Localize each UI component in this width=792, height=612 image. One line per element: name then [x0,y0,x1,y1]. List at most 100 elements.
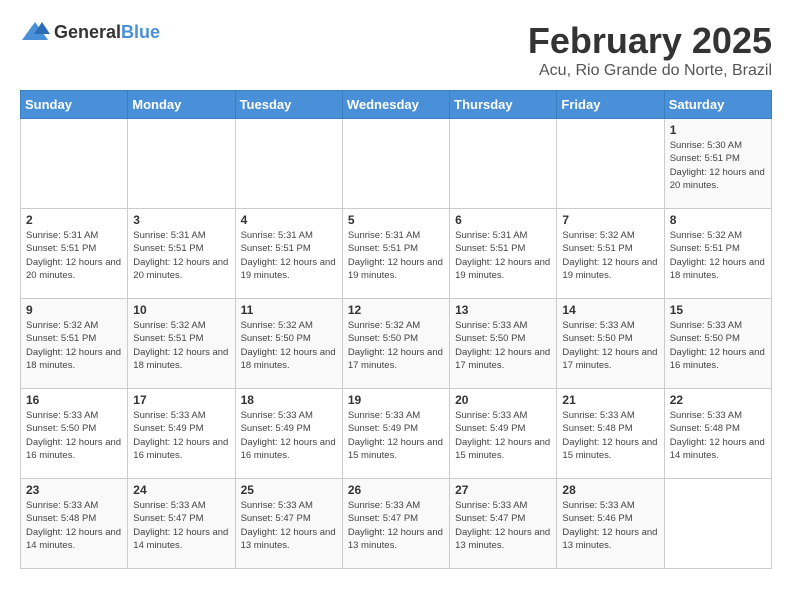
day-number: 12 [348,303,444,317]
day-number: 11 [241,303,337,317]
day-number: 27 [455,483,551,497]
day-number: 21 [562,393,658,407]
calendar-cell: 24 Sunrise: 5:33 AM Sunset: 5:47 PM Dayli… [128,479,235,569]
day-number: 3 [133,213,229,227]
calendar-week-1: 1 Sunrise: 5:30 AM Sunset: 5:51 PM Daylig… [21,119,772,209]
day-info: Sunrise: 5:32 AM Sunset: 5:51 PM Dayligh… [26,319,122,372]
day-info: Sunrise: 5:33 AM Sunset: 5:48 PM Dayligh… [562,409,658,462]
day-number: 18 [241,393,337,407]
header-day-thursday: Thursday [450,91,557,119]
day-info: Sunrise: 5:33 AM Sunset: 5:47 PM Dayligh… [348,499,444,552]
day-number: 19 [348,393,444,407]
day-info: Sunrise: 5:31 AM Sunset: 5:51 PM Dayligh… [455,229,551,282]
day-number: 7 [562,213,658,227]
day-info: Sunrise: 5:31 AM Sunset: 5:51 PM Dayligh… [26,229,122,282]
day-number: 1 [670,123,766,137]
day-number: 28 [562,483,658,497]
day-info: Sunrise: 5:33 AM Sunset: 5:47 PM Dayligh… [133,499,229,552]
calendar-week-3: 9 Sunrise: 5:32 AM Sunset: 5:51 PM Daylig… [21,299,772,389]
day-info: Sunrise: 5:31 AM Sunset: 5:51 PM Dayligh… [241,229,337,282]
calendar-cell: 27 Sunrise: 5:33 AM Sunset: 5:47 PM Dayli… [450,479,557,569]
calendar-cell: 19 Sunrise: 5:33 AM Sunset: 5:49 PM Dayli… [342,389,449,479]
calendar-cell: 4 Sunrise: 5:31 AM Sunset: 5:51 PM Daylig… [235,209,342,299]
calendar-cell [557,119,664,209]
calendar-cell: 5 Sunrise: 5:31 AM Sunset: 5:51 PM Daylig… [342,209,449,299]
day-info: Sunrise: 5:33 AM Sunset: 5:49 PM Dayligh… [133,409,229,462]
calendar-title: February 2025 [528,20,772,62]
day-info: Sunrise: 5:33 AM Sunset: 5:50 PM Dayligh… [26,409,122,462]
calendar-week-2: 2 Sunrise: 5:31 AM Sunset: 5:51 PM Daylig… [21,209,772,299]
calendar-subtitle: Acu, Rio Grande do Norte, Brazil [528,62,772,80]
day-info: Sunrise: 5:33 AM Sunset: 5:49 PM Dayligh… [241,409,337,462]
day-info: Sunrise: 5:33 AM Sunset: 5:50 PM Dayligh… [562,319,658,372]
day-info: Sunrise: 5:32 AM Sunset: 5:50 PM Dayligh… [241,319,337,372]
calendar-cell: 17 Sunrise: 5:33 AM Sunset: 5:49 PM Dayli… [128,389,235,479]
day-number: 16 [26,393,122,407]
day-number: 2 [26,213,122,227]
day-number: 14 [562,303,658,317]
logo-text-general: General [54,22,121,42]
day-number: 6 [455,213,551,227]
calendar-cell [21,119,128,209]
calendar-cell: 12 Sunrise: 5:32 AM Sunset: 5:50 PM Dayli… [342,299,449,389]
logo-text-blue: Blue [121,22,160,42]
calendar-cell [664,479,771,569]
day-info: Sunrise: 5:33 AM Sunset: 5:50 PM Dayligh… [455,319,551,372]
day-info: Sunrise: 5:33 AM Sunset: 5:48 PM Dayligh… [26,499,122,552]
day-number: 15 [670,303,766,317]
logo-icon [20,20,50,44]
calendar-cell [450,119,557,209]
calendar-cell: 6 Sunrise: 5:31 AM Sunset: 5:51 PM Daylig… [450,209,557,299]
day-info: Sunrise: 5:33 AM Sunset: 5:47 PM Dayligh… [241,499,337,552]
day-info: Sunrise: 5:32 AM Sunset: 5:51 PM Dayligh… [670,229,766,282]
day-number: 4 [241,213,337,227]
day-info: Sunrise: 5:33 AM Sunset: 5:48 PM Dayligh… [670,409,766,462]
day-info: Sunrise: 5:31 AM Sunset: 5:51 PM Dayligh… [133,229,229,282]
calendar-cell: 15Sunrise: 5:33 AM Sunset: 5:50 PM Dayli… [664,299,771,389]
calendar-cell [235,119,342,209]
calendar-cell: 11 Sunrise: 5:32 AM Sunset: 5:50 PM Dayli… [235,299,342,389]
day-info: Sunrise: 5:31 AM Sunset: 5:51 PM Dayligh… [348,229,444,282]
day-info: Sunrise: 5:30 AM Sunset: 5:51 PM Dayligh… [670,139,766,192]
calendar-week-4: 16 Sunrise: 5:33 AM Sunset: 5:50 PM Dayli… [21,389,772,479]
day-number: 5 [348,213,444,227]
calendar-cell: 28 Sunrise: 5:33 AM Sunset: 5:46 PM Dayli… [557,479,664,569]
day-number: 17 [133,393,229,407]
day-info: Sunrise: 5:33 AM Sunset: 5:49 PM Dayligh… [455,409,551,462]
day-info: Sunrise: 5:32 AM Sunset: 5:51 PM Dayligh… [133,319,229,372]
day-number: 24 [133,483,229,497]
calendar-cell: 10 Sunrise: 5:32 AM Sunset: 5:51 PM Dayli… [128,299,235,389]
calendar-cell: 20 Sunrise: 5:33 AM Sunset: 5:49 PM Dayli… [450,389,557,479]
day-info: Sunrise: 5:33 AM Sunset: 5:46 PM Dayligh… [562,499,658,552]
calendar-cell: 9 Sunrise: 5:32 AM Sunset: 5:51 PM Daylig… [21,299,128,389]
day-info: Sunrise: 5:33 AM Sunset: 5:47 PM Dayligh… [455,499,551,552]
calendar-header-row: SundayMondayTuesdayWednesdayThursdayFrid… [21,91,772,119]
calendar-cell: 16 Sunrise: 5:33 AM Sunset: 5:50 PM Dayli… [21,389,128,479]
header-day-saturday: Saturday [664,91,771,119]
day-number: 25 [241,483,337,497]
day-number: 10 [133,303,229,317]
header-day-tuesday: Tuesday [235,91,342,119]
calendar-cell [342,119,449,209]
header: GeneralBlue February 2025 Acu, Rio Grand… [20,20,772,80]
calendar-cell: 2 Sunrise: 5:31 AM Sunset: 5:51 PM Daylig… [21,209,128,299]
calendar-cell: 25 Sunrise: 5:33 AM Sunset: 5:47 PM Dayli… [235,479,342,569]
calendar-cell: 23Sunrise: 5:33 AM Sunset: 5:48 PM Dayli… [21,479,128,569]
day-info: Sunrise: 5:32 AM Sunset: 5:51 PM Dayligh… [562,229,658,282]
calendar-cell: 7 Sunrise: 5:32 AM Sunset: 5:51 PM Daylig… [557,209,664,299]
day-info: Sunrise: 5:33 AM Sunset: 5:49 PM Dayligh… [348,409,444,462]
day-number: 8 [670,213,766,227]
header-day-friday: Friday [557,91,664,119]
calendar-week-5: 23Sunrise: 5:33 AM Sunset: 5:48 PM Dayli… [21,479,772,569]
header-day-sunday: Sunday [21,91,128,119]
day-number: 9 [26,303,122,317]
calendar-cell: 3 Sunrise: 5:31 AM Sunset: 5:51 PM Daylig… [128,209,235,299]
calendar-cell: 14 Sunrise: 5:33 AM Sunset: 5:50 PM Dayli… [557,299,664,389]
day-number: 20 [455,393,551,407]
day-info: Sunrise: 5:32 AM Sunset: 5:50 PM Dayligh… [348,319,444,372]
title-area: February 2025 Acu, Rio Grande do Norte, … [528,20,772,80]
calendar-cell: 22 Sunrise: 5:33 AM Sunset: 5:48 PM Dayli… [664,389,771,479]
calendar-cell: 1 Sunrise: 5:30 AM Sunset: 5:51 PM Daylig… [664,119,771,209]
day-number: 22 [670,393,766,407]
calendar-cell: 26Sunrise: 5:33 AM Sunset: 5:47 PM Dayli… [342,479,449,569]
